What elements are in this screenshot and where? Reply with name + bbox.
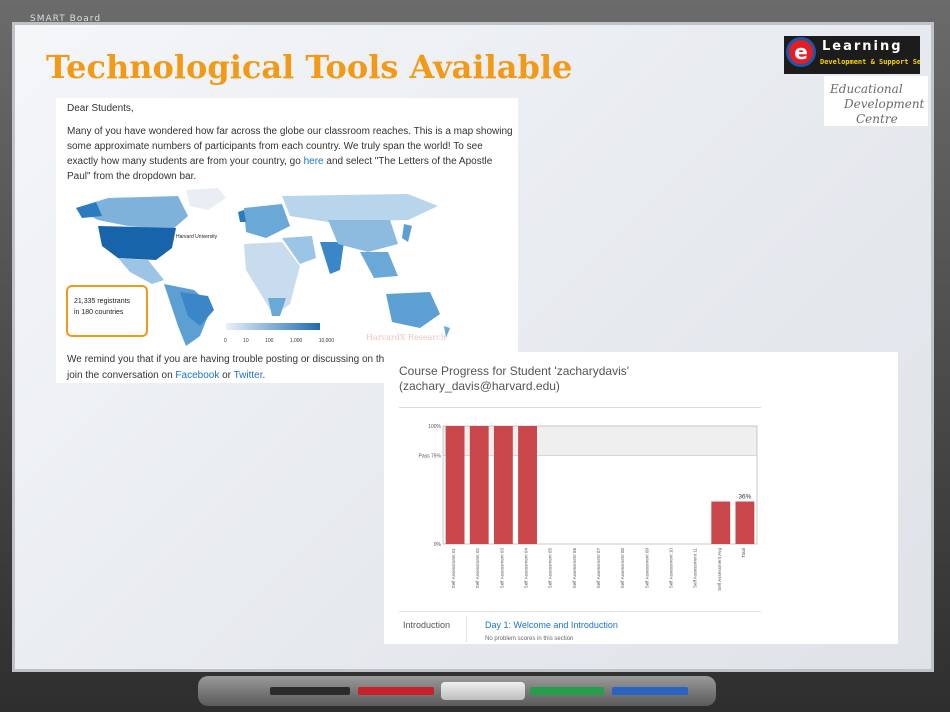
- remind-text: We remind you that if you are having tro…: [67, 354, 397, 365]
- section-note: No problem scores in this section: [485, 636, 574, 642]
- elearning-logo: e Learning Development & Support Section: [784, 36, 920, 74]
- divider: [399, 611, 761, 612]
- map-greenland: [186, 188, 226, 210]
- registrants-count: 21,335 registrants: [74, 298, 131, 305]
- slide-title: Technological Tools Available: [46, 48, 573, 86]
- map-credit: HarvardX Research: [366, 333, 446, 342]
- here-link[interactable]: here: [304, 156, 324, 167]
- bar: [711, 501, 731, 544]
- x-tick-label: Self Assessment 04: [524, 548, 529, 589]
- bar: [469, 426, 489, 544]
- map-se-asia: [360, 252, 398, 278]
- x-tick-label: Self Assessment 07: [596, 548, 601, 589]
- x-tick-label: Self Assessment 01: [451, 548, 456, 589]
- edc-line3: Centre: [856, 112, 898, 126]
- countries-count: in 180 countries: [74, 309, 124, 316]
- x-tick-label: Self Assessment 03: [499, 548, 504, 589]
- x-tick-label: Self Assessment 06: [572, 548, 577, 589]
- x-tick-label: Self Assessment 02: [475, 548, 480, 589]
- map-russia: [282, 194, 438, 222]
- map-scale-labels: 0 10 100 1,000 10,000: [224, 334, 334, 349]
- map-india: [320, 242, 344, 274]
- x-tick-label: Self Assessment 11: [693, 548, 698, 588]
- x-tick-label: Self Assessment 08: [620, 548, 625, 589]
- map-australia: [386, 292, 440, 328]
- scale-label: 10: [243, 338, 249, 344]
- y-tick-label: Pass 75%: [418, 454, 441, 460]
- map-color-scale: [226, 323, 320, 330]
- bar: [493, 426, 513, 544]
- progress-title-line2: (zachary_davis@harvard.edu): [399, 379, 560, 393]
- edc-line1: Educational: [830, 82, 903, 96]
- logo-subtext: Development & Support Section: [820, 58, 920, 66]
- x-tick-label: Self Assessment 10: [668, 548, 673, 589]
- x-tick-label: Self Assessment Avg: [717, 548, 722, 591]
- green-pen[interactable]: [530, 687, 604, 695]
- x-tick-label: Total: [741, 548, 746, 558]
- logo-text: Learning: [822, 39, 903, 54]
- edc-logo: Educational Development Centre: [824, 76, 928, 126]
- twitter-link[interactable]: Twitter: [234, 370, 263, 381]
- registrants-callout: 21,335 registrants in 180 countries: [66, 285, 148, 337]
- letter-greeting: Dear Students,: [67, 103, 134, 114]
- join-or: or: [219, 370, 234, 381]
- progress-title: Course Progress for Student 'zacharydavi…: [399, 364, 699, 394]
- bar: [735, 501, 755, 544]
- map-mexico-central: [118, 258, 164, 284]
- progress-title-line1: Course Progress for Student 'zacharydavi…: [399, 364, 630, 378]
- x-tick-label: Self Assessment 05: [548, 548, 553, 589]
- scale-label: 1,000: [289, 338, 303, 344]
- blue-pen[interactable]: [612, 687, 688, 695]
- map-usa: [98, 226, 176, 260]
- edc-line2: Development: [844, 97, 925, 111]
- join-prefix: join the conversation on: [67, 370, 176, 381]
- course-progress-panel: Course Progress for Student 'zacharydavi…: [384, 352, 898, 644]
- progress-bar-chart: 100% Pass 75% 0% Self Assessment 01 Self Ass…: [418, 424, 758, 591]
- student-letter-panel: Dear Students, Many of you have wondered…: [56, 98, 518, 383]
- divider: [466, 616, 467, 642]
- eraser[interactable]: [441, 682, 525, 700]
- scale-label: 100: [265, 338, 274, 344]
- bar: [518, 426, 537, 544]
- map-marker-label: Harvard University: [176, 234, 218, 240]
- e-logo-icon: e: [786, 37, 816, 67]
- facebook-link[interactable]: Facebook: [175, 370, 219, 381]
- data-label: 36%: [738, 494, 751, 501]
- x-tick-label: Self Assessment 09: [644, 548, 649, 589]
- pass-zone: [443, 426, 757, 456]
- join-end: .: [262, 370, 266, 381]
- join-text: join the conversation on Facebook or Twi…: [67, 368, 265, 383]
- bar: [445, 426, 465, 544]
- y-tick-label: 0%: [434, 542, 442, 548]
- red-pen[interactable]: [358, 687, 434, 695]
- y-tick-label: 100%: [428, 424, 441, 430]
- letter-paragraph: Many of you have wondered how far across…: [67, 124, 515, 184]
- section-label: Introduction: [403, 620, 451, 630]
- divider: [399, 407, 761, 408]
- black-pen[interactable]: [270, 687, 350, 695]
- scale-label: 10,000: [318, 338, 334, 344]
- map-europe: [244, 204, 290, 238]
- scale-label: 0: [224, 338, 227, 344]
- section-link[interactable]: Day 1: Welcome and Introduction: [485, 620, 618, 630]
- map-japan: [402, 224, 412, 242]
